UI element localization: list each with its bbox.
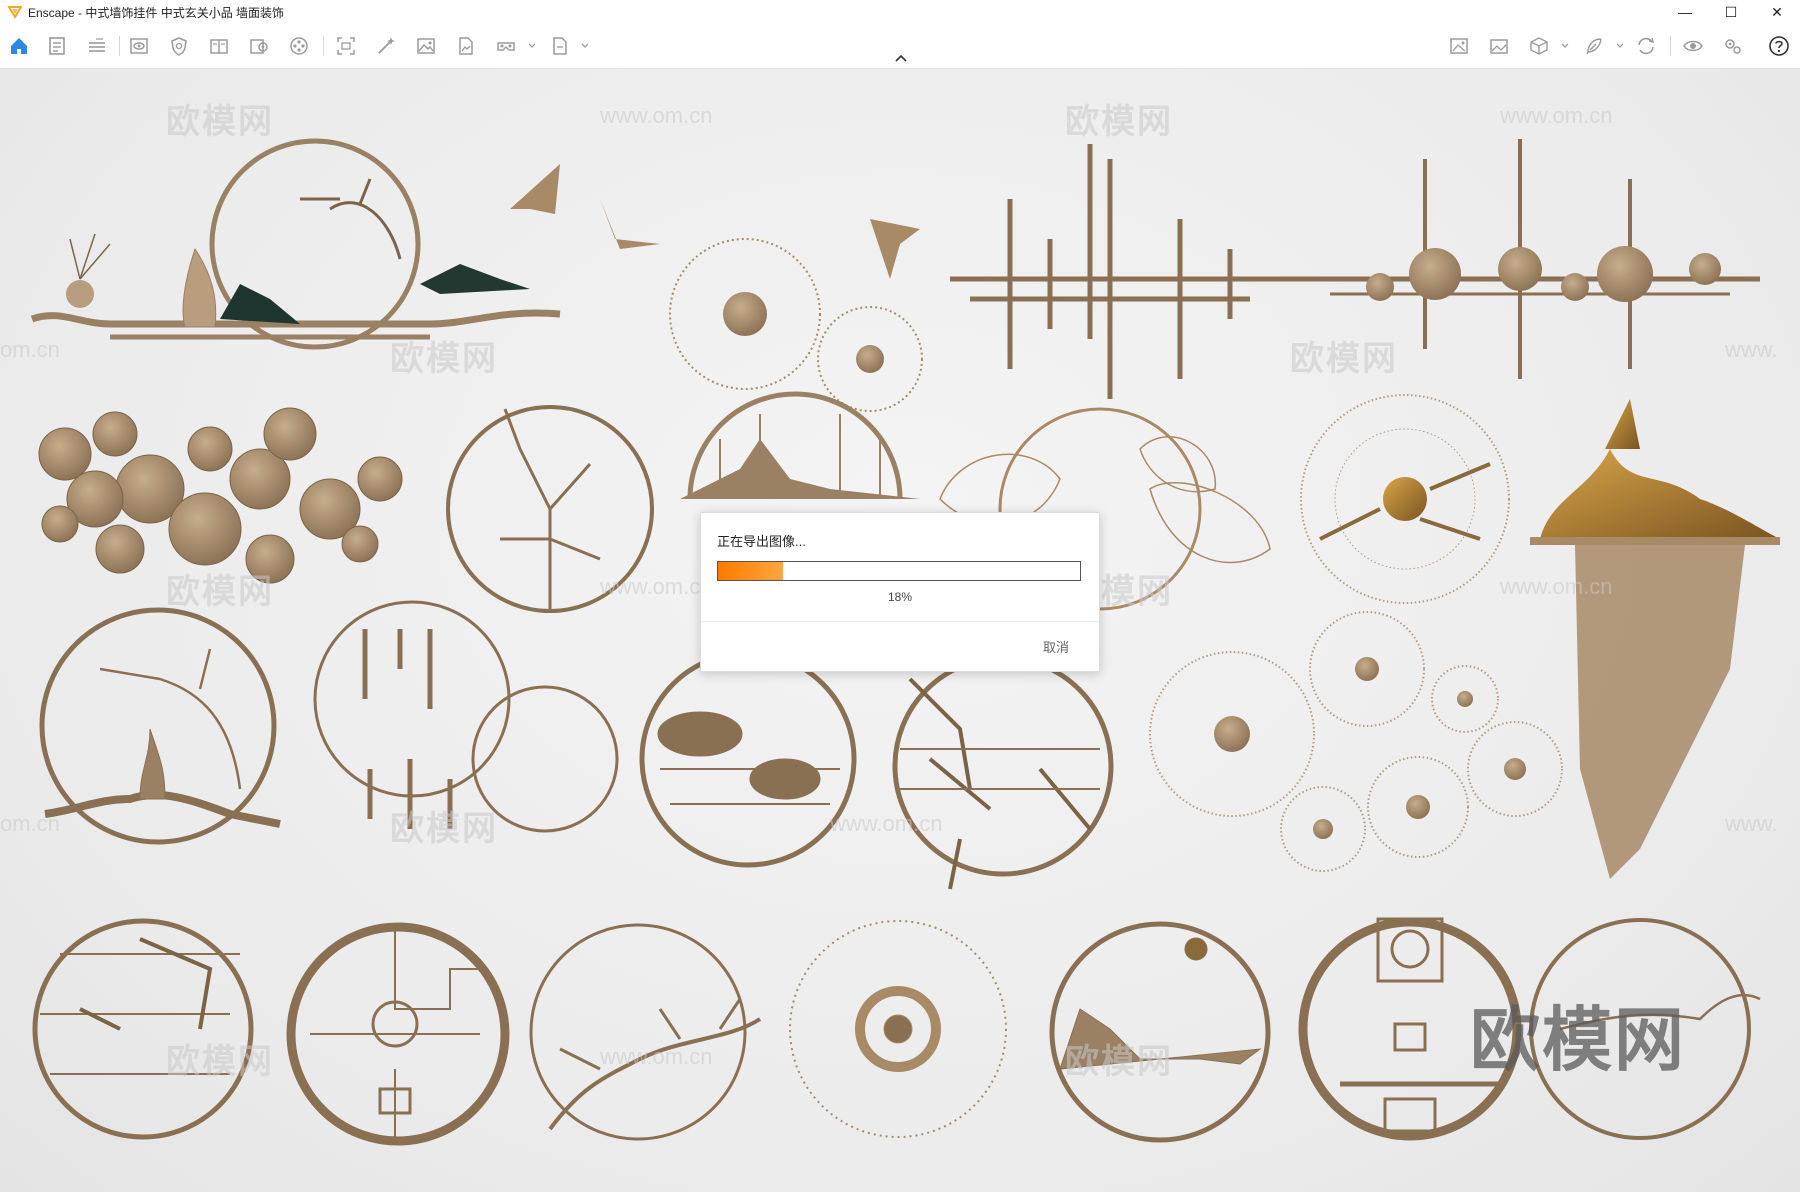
home-icon[interactable]	[7, 34, 31, 58]
export-progress-dialog: 正在导出图像... 18% 取消	[700, 512, 1100, 672]
watermark-brand: 欧模网	[1290, 340, 1398, 378]
lotus-leaf-cluster	[38, 407, 403, 584]
close-button[interactable]: ✕	[1754, 0, 1800, 24]
watermark-brand: 欧模网	[166, 103, 274, 141]
file-image-icon[interactable]	[454, 34, 478, 58]
toolbar-separator	[323, 36, 324, 56]
pine-ring-ornament	[529, 923, 762, 1141]
visibility-icon[interactable]	[1681, 34, 1705, 58]
bamboo-ring-ornament	[892, 655, 1114, 890]
film-reel-icon[interactable]	[287, 34, 311, 58]
watermark-url: www.om.cn	[600, 103, 713, 128]
image-icon[interactable]	[414, 34, 438, 58]
watermark-brand: 欧模网	[1065, 103, 1173, 141]
chevron-down-icon[interactable]	[580, 41, 590, 51]
watermark-url: www.om.cn	[830, 811, 943, 836]
watermark-brand: 欧模网	[166, 1043, 274, 1081]
dialog-divider	[701, 621, 1099, 622]
toolbar-separator	[119, 36, 120, 56]
watermark-brand: 欧模网	[390, 340, 498, 378]
magic-wand-icon[interactable]	[374, 34, 398, 58]
collapse-toolbar-chevron-icon[interactable]	[890, 52, 912, 66]
bamboo-wave-ring-ornament	[32, 918, 254, 1140]
watermark-url-partial: www.	[1725, 337, 1778, 362]
help-icon[interactable]	[1767, 34, 1791, 58]
lattice-ring-ornament	[286, 922, 510, 1146]
watermark-url: www.om.cn	[600, 574, 713, 599]
sunburst-crane-ornament	[669, 238, 923, 412]
watermark-url: www.om.cn	[1500, 103, 1613, 128]
watermark-url: www.om.cn	[600, 1044, 713, 1069]
view-eye-icon[interactable]	[127, 34, 151, 58]
export-file-icon[interactable]	[548, 34, 572, 58]
export-progress-bar	[717, 561, 1081, 581]
sunburst-branch-ornament	[1300, 394, 1510, 604]
chevron-down-icon[interactable]	[1615, 41, 1625, 51]
sunburst-flower-ornament	[789, 920, 1007, 1138]
chevron-down-icon[interactable]	[527, 41, 537, 51]
chevron-down-icon[interactable]	[1560, 41, 1570, 51]
flying-cranes	[510, 164, 920, 279]
minimize-button[interactable]: —	[1662, 0, 1708, 24]
watermark-brand: 欧模网	[390, 810, 498, 848]
dialog-title: 正在导出图像...	[717, 534, 806, 549]
buddha-plum-ring-ornament	[39, 607, 281, 845]
sunburst-disc-cluster	[1149, 611, 1563, 872]
enscape-logo-icon	[8, 6, 22, 19]
window-title: Enscape - 中式墙饰挂件 中式玄关小品 墙面装饰	[28, 5, 285, 20]
watermark-url-partial: www.	[1725, 811, 1778, 836]
settings-gears-icon[interactable]	[1721, 34, 1745, 58]
cancel-button[interactable]: 取消	[1043, 637, 1069, 656]
capture-icon[interactable]	[334, 34, 358, 58]
maximize-button[interactable]: ☐	[1708, 0, 1754, 24]
watermark-brand: 欧模网	[166, 573, 274, 611]
double-bar-ring-ornament	[313, 600, 619, 833]
watermark-url-partial: om.cn	[0, 337, 60, 362]
moon-mountain-ring-ornament	[1049, 921, 1271, 1143]
book-gear-icon[interactable]	[247, 34, 271, 58]
bim-list-icon[interactable]	[85, 34, 109, 58]
watermark-url-partial: om.cn	[0, 811, 60, 836]
screenshot-settings-icon[interactable]	[1447, 34, 1471, 58]
document-icon[interactable]	[45, 34, 69, 58]
rock-tassel-ornament	[1530, 399, 1780, 879]
cube-icon[interactable]	[1527, 34, 1551, 58]
gallery-icon[interactable]	[1487, 34, 1511, 58]
watermark-url: www.om.cn	[1500, 574, 1613, 599]
feather-icon[interactable]	[1582, 34, 1606, 58]
mountain-arch-ornament	[680, 391, 920, 500]
abstract-bar-ornament	[950, 144, 1300, 399]
shield-icon[interactable]	[167, 34, 191, 58]
landscape-moon-ornament	[30, 138, 561, 350]
book-icon[interactable]	[207, 34, 231, 58]
watermark-brand-large: 欧模网	[1470, 1001, 1686, 1079]
vr-headset-icon[interactable]	[494, 34, 518, 58]
toolbar-separator	[1670, 36, 1671, 56]
progress-fill	[718, 562, 784, 580]
cloud-ring-ornament	[639, 650, 857, 868]
sync-icon[interactable]	[1634, 34, 1658, 58]
watermark-brand: 欧模网	[1065, 1043, 1173, 1081]
title-bar: Enscape - 中式墙饰挂件 中式玄关小品 墙面装饰 — ☐ ✕	[0, 0, 1800, 24]
progress-percent-label: 18%	[887, 590, 913, 604]
